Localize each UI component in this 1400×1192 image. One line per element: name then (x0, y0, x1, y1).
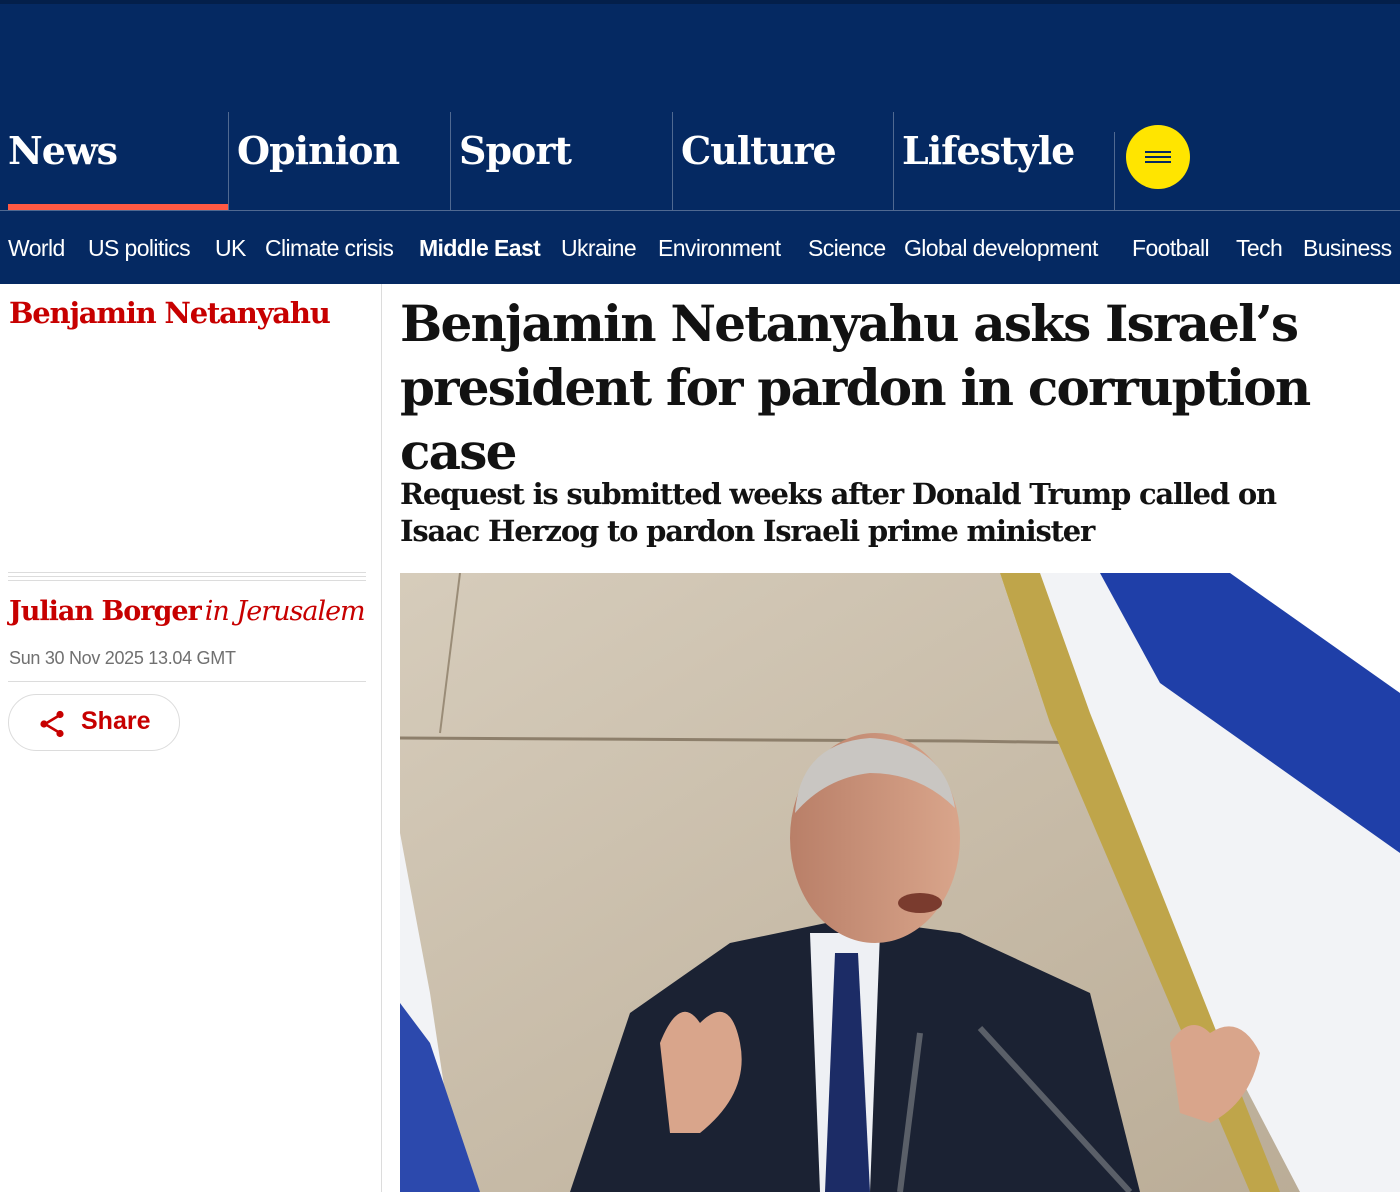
meta-divider-lines (8, 572, 366, 584)
section-link-us-politics[interactable]: US politics (88, 235, 191, 262)
article-main-image (400, 573, 1400, 1192)
byline-author[interactable]: Julian Borger (9, 596, 202, 627)
hamburger-icon-line (1145, 161, 1171, 163)
hamburger-icon-line (1145, 156, 1171, 158)
pillar-opinion[interactable]: Opinion (228, 112, 450, 210)
pillar-opinion-label: Opinion (237, 128, 400, 173)
menu-divider (1114, 132, 1115, 210)
pillar-news-label: News (8, 128, 118, 173)
pillar-lifestyle-label: Lifestyle (902, 128, 1075, 173)
masthead-top-rule (0, 0, 1400, 4)
byline: Julian Borger in Jerusalem (9, 596, 366, 627)
pillar-sport[interactable]: Sport (450, 112, 672, 210)
section-link-tech[interactable]: Tech (1236, 235, 1283, 262)
section-link-business[interactable]: Business (1303, 235, 1392, 262)
section-link-global-development[interactable]: Global development (904, 235, 1098, 262)
share-icon (40, 710, 64, 738)
pillar-sport-label: Sport (459, 128, 572, 173)
section-link-middle-east[interactable]: Middle East (419, 235, 541, 262)
article-standfirst: Request is submitted weeks after Donald … (400, 477, 1277, 548)
pillar-news[interactable]: News (0, 112, 228, 210)
section-link-climate-crisis[interactable]: Climate crisis (265, 235, 394, 262)
section-nav: World US politics UK Climate crisis Midd… (0, 211, 1400, 284)
column-divider (381, 284, 382, 1192)
section-link-environment[interactable]: Environment (658, 235, 781, 262)
masthead: News Opinion Sport Culture Lifestyle Wor… (0, 0, 1400, 284)
pillar-nav: News Opinion Sport Culture Lifestyle (0, 112, 1400, 210)
pillar-culture-label: Culture (681, 128, 837, 173)
byline-location: in Jerusalem (204, 596, 366, 627)
pillar-culture[interactable]: Culture (672, 112, 893, 210)
section-link-ukraine[interactable]: Ukraine (561, 235, 637, 262)
hamburger-icon (1145, 151, 1171, 153)
publish-date: Sun 30 Nov 2025 13.04 GMT (9, 648, 236, 668)
share-label: Share (81, 707, 151, 735)
section-link-uk[interactable]: UK (215, 235, 246, 262)
section-link-world[interactable]: World (8, 235, 65, 262)
section-link-science[interactable]: Science (808, 235, 886, 262)
menu-button[interactable] (1126, 125, 1190, 189)
series-tag[interactable]: Benjamin Netanyahu (9, 296, 331, 330)
article-meta-column: Benjamin Netanyahu Julian Borger in Jerus… (0, 284, 382, 1192)
pillar-lifestyle[interactable]: Lifestyle (893, 112, 1114, 210)
section-link-football[interactable]: Football (1132, 235, 1210, 262)
meta-rule (8, 681, 366, 682)
article-headline: Benjamin Netanyahu asks Israel’s preside… (400, 294, 1311, 481)
share-button[interactable]: Share (8, 694, 180, 751)
lead-photo (400, 573, 1400, 1192)
